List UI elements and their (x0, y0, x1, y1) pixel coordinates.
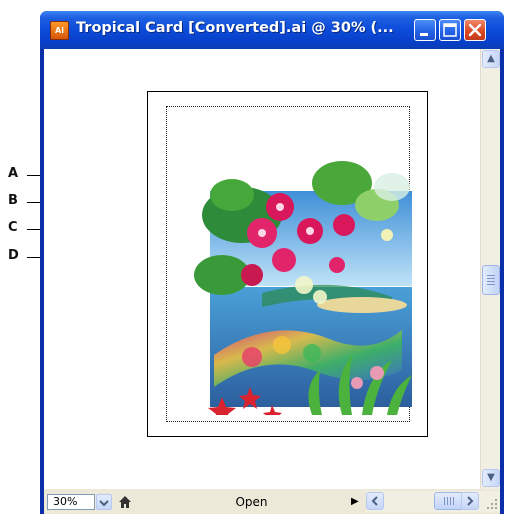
chevron-up-icon: ▲ (487, 53, 495, 64)
document-canvas[interactable] (44, 49, 480, 489)
minimize-button[interactable] (414, 19, 436, 41)
callout-label-c: C (8, 220, 18, 235)
illustrator-app-icon[interactable]: Ai (50, 21, 69, 40)
vertical-scrollbar[interactable]: ▲ ▼ (480, 49, 500, 489)
home-icon[interactable] (117, 494, 133, 510)
resize-grip-icon[interactable] (485, 497, 499, 511)
grip-icon (444, 497, 454, 505)
chevron-down-icon (99, 500, 109, 507)
title-bar[interactable]: Ai Tropical Card [Converted].ai @ 30% (.… (40, 11, 504, 49)
status-menu-arrow-icon[interactable]: ▶ (351, 495, 363, 509)
status-bar: 30% Open ▶ (44, 489, 500, 514)
maximize-button[interactable] (439, 19, 461, 41)
zoom-level-field[interactable]: 30% (47, 494, 95, 510)
zoom-dropdown-button[interactable] (96, 494, 112, 510)
callout-label-d: D (8, 248, 19, 263)
chevron-down-icon: ▼ (487, 472, 495, 483)
scroll-down-button[interactable]: ▼ (482, 469, 500, 487)
scroll-up-button[interactable]: ▲ (482, 50, 500, 68)
chevron-right-icon (467, 496, 474, 506)
horizontal-scrollbar[interactable] (366, 491, 500, 512)
minimize-icon (420, 33, 428, 36)
close-icon (468, 23, 482, 37)
document-window: Ai Tropical Card [Converted].ai @ 30% (.… (40, 11, 504, 514)
callout-label-a: A (8, 166, 19, 181)
scroll-left-button[interactable] (366, 492, 384, 510)
scroll-right-button[interactable] (461, 492, 479, 510)
status-text[interactable]: Open (164, 494, 339, 510)
close-button[interactable] (464, 19, 486, 41)
chevron-left-icon (371, 496, 378, 506)
vertical-scroll-thumb[interactable] (482, 265, 500, 295)
maximize-icon (443, 23, 457, 37)
horizontal-scroll-thumb[interactable] (434, 492, 464, 510)
grip-icon (487, 275, 495, 285)
tropical-card-artwork[interactable] (192, 125, 412, 415)
callout-label-b: B (8, 193, 18, 208)
window-title: Tropical Card [Converted].ai @ 30% (... (76, 20, 394, 36)
